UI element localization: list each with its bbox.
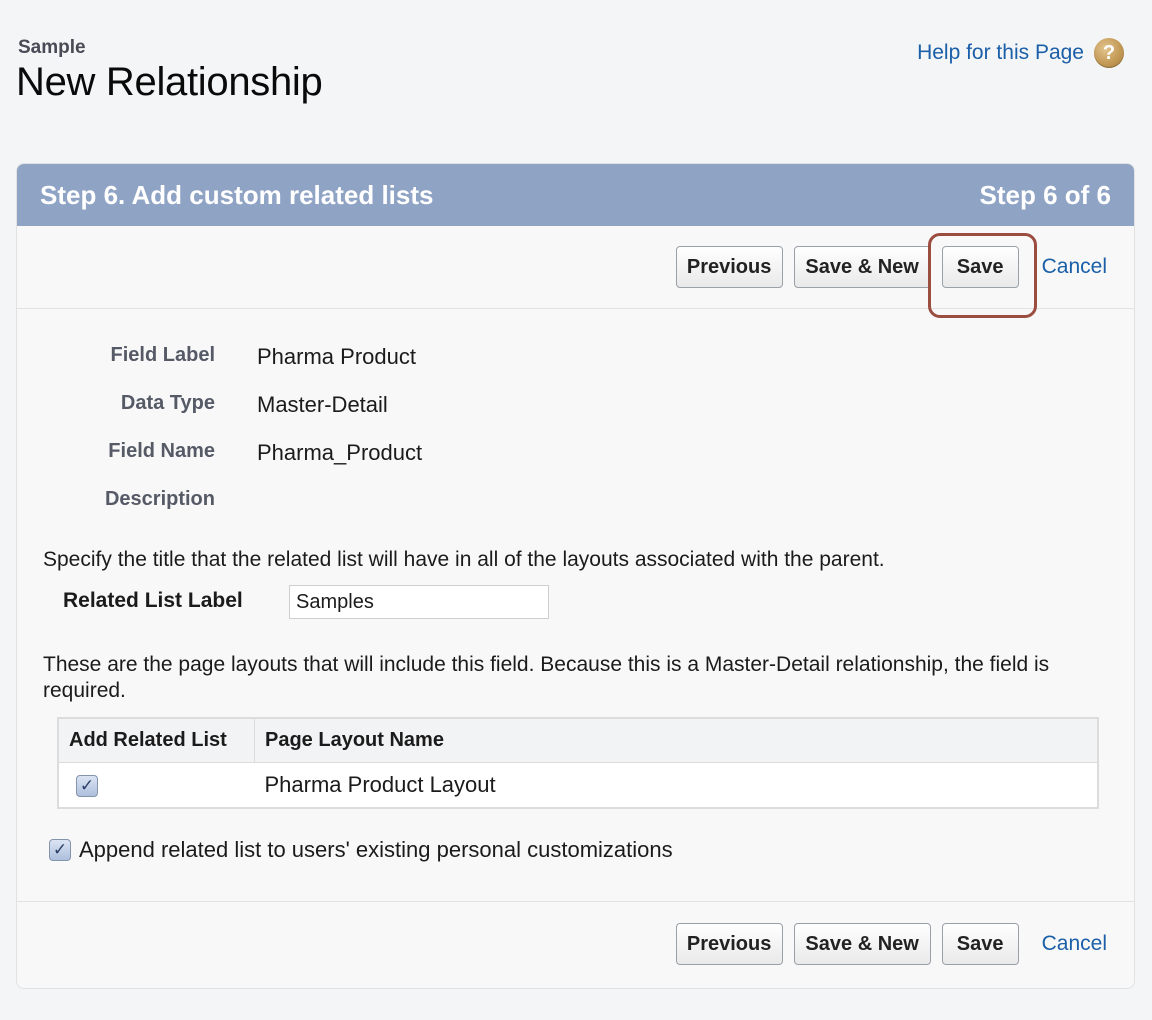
detail-label: Field Label xyxy=(110,344,215,366)
add-related-list-cell: ✓ xyxy=(58,763,255,809)
table-header-row: Add Related List Page Layout Name xyxy=(58,718,1099,763)
page-title: New Relationship xyxy=(16,60,323,104)
page-header: Sample New Relationship Help for this Pa… xyxy=(0,0,1152,140)
detail-value: Pharma Product xyxy=(257,344,416,369)
page-layout-name-cell: Pharma Product Layout xyxy=(264,772,496,797)
cancel-link-bottom[interactable]: Cancel xyxy=(1042,932,1107,956)
detail-label: Description xyxy=(104,488,215,510)
top-button-row: Previous Save & New Save Cancel xyxy=(17,226,1134,309)
help-link[interactable]: Help for this Page xyxy=(917,41,1084,65)
detail-row-field-label: Field Label Pharma Product xyxy=(17,344,1134,374)
append-customizations-option: ✓ Append related list to users' existing… xyxy=(49,837,673,863)
step-progress: Step 6 of 6 xyxy=(979,179,1111,210)
column-header-page-layout-name: Page Layout Name xyxy=(254,718,1099,763)
wizard-panel: Step 6. Add custom related lists Step 6 … xyxy=(16,163,1135,989)
save-new-button[interactable]: Save & New xyxy=(793,246,931,288)
detail-value: Pharma_Product xyxy=(257,440,423,465)
page-layout-table: Add Related List Page Layout Name ✓ Phar… xyxy=(57,717,1099,809)
detail-value: Master-Detail xyxy=(257,392,388,417)
table-row: ✓ Pharma Product Layout xyxy=(58,763,1098,809)
append-customizations-checkbox[interactable]: ✓ xyxy=(49,839,71,861)
save-new-button-bottom[interactable]: Save & New xyxy=(793,923,931,965)
column-header-add-related-list: Add Related List xyxy=(58,718,255,763)
related-list-label: Related List Label xyxy=(63,589,243,612)
help-icon[interactable]: ? xyxy=(1094,38,1124,68)
previous-button-bottom[interactable]: Previous xyxy=(675,923,783,965)
page-layout-instructions: These are the page layouts that will inc… xyxy=(43,653,1050,702)
detail-row-data-type: Data Type Master-Detail xyxy=(17,392,1134,422)
bottom-divider xyxy=(17,901,1134,902)
detail-row-description: Description xyxy=(17,488,1134,518)
add-related-list-checkbox[interactable]: ✓ xyxy=(76,775,98,798)
detail-label: Field Name xyxy=(108,440,215,462)
detail-row-field-name: Field Name Pharma_Product xyxy=(17,440,1134,470)
detail-label: Data Type xyxy=(120,392,215,414)
save-button[interactable]: Save xyxy=(941,246,1019,288)
previous-button[interactable]: Previous xyxy=(675,246,783,288)
step-bar: Step 6. Add custom related lists Step 6 … xyxy=(17,164,1134,226)
cancel-link[interactable]: Cancel xyxy=(1042,255,1107,279)
save-button-bottom[interactable]: Save xyxy=(941,923,1019,965)
object-type-label: Sample xyxy=(18,37,86,58)
append-customizations-label[interactable]: Append related list to users' existing p… xyxy=(79,837,673,863)
related-list-instructions: Specify the title that the related list … xyxy=(43,548,885,571)
help-area: Help for this Page ? xyxy=(917,38,1124,68)
bottom-button-row: Previous Save & New Save Cancel xyxy=(17,922,1134,966)
related-list-label-input[interactable] xyxy=(289,585,549,619)
step-title: Step 6. Add custom related lists xyxy=(40,179,434,210)
